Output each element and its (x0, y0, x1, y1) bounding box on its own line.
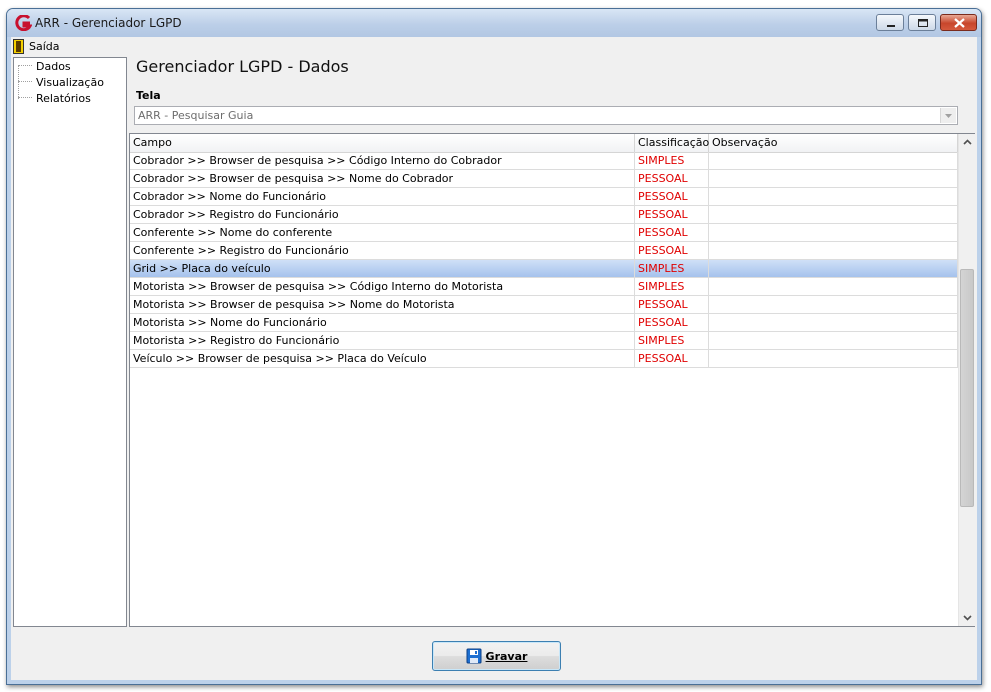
table-row[interactable]: Veículo >> Browser de pesquisa >> Placa … (130, 350, 958, 368)
cell-campo[interactable]: Cobrador >> Browser de pesquisa >> Códig… (130, 152, 635, 169)
cell-campo[interactable]: Veículo >> Browser de pesquisa >> Placa … (130, 350, 635, 367)
tree-item-visualizacao[interactable]: Visualização (18, 74, 104, 90)
cell-classificacao[interactable]: PESSOAL (635, 170, 709, 187)
cell-classificacao[interactable]: PESSOAL (635, 242, 709, 259)
cell-observacao[interactable] (709, 206, 958, 223)
scroll-up-button[interactable] (959, 134, 976, 151)
cell-observacao[interactable] (709, 152, 958, 169)
minimize-button[interactable] (876, 14, 904, 31)
cell-campo[interactable]: Conferente >> Nome do conferente (130, 224, 635, 241)
close-button[interactable] (940, 14, 977, 31)
cell-campo[interactable]: Grid >> Placa do veículo (130, 260, 635, 277)
page-title: Gerenciador LGPD - Dados (136, 57, 349, 76)
table-row[interactable]: Motorista >> Browser de pesquisa >> Códi… (130, 278, 958, 296)
chevron-down-icon (963, 615, 972, 621)
cell-campo[interactable]: Motorista >> Registro do Funcionário (130, 332, 635, 349)
scroll-down-button[interactable] (959, 609, 976, 626)
table-row[interactable]: Cobrador >> Registro do Funcionário PESS… (130, 206, 958, 224)
cell-classificacao[interactable]: SIMPLES (635, 278, 709, 295)
cell-observacao[interactable] (709, 242, 958, 259)
cell-classificacao[interactable]: PESSOAL (635, 206, 709, 223)
tree-branch (18, 65, 32, 67)
cell-observacao[interactable] (709, 224, 958, 241)
tela-label: Tela (136, 89, 161, 102)
grid-rows: Cobrador >> Browser de pesquisa >> Códig… (130, 152, 958, 368)
maximize-button[interactable] (908, 14, 936, 31)
cell-campo[interactable]: Motorista >> Browser de pesquisa >> Códi… (130, 278, 635, 295)
table-row[interactable]: Conferente >> Registro do Funcionário PE… (130, 242, 958, 260)
tree-item-relatorios[interactable]: Relatórios (18, 90, 91, 106)
cell-classificacao[interactable]: SIMPLES (635, 260, 709, 277)
cell-observacao[interactable] (709, 296, 958, 313)
tree-branch (18, 97, 32, 99)
save-button[interactable]: Gravar (432, 641, 561, 671)
tela-select[interactable]: ARR - Pesquisar Guia (134, 106, 958, 125)
maximize-icon (918, 19, 928, 27)
dropdown-button[interactable] (940, 108, 956, 123)
title-bar[interactable]: ARR - Gerenciador LGPD (7, 9, 981, 37)
cell-observacao[interactable] (709, 260, 958, 277)
table-row[interactable]: Cobrador >> Browser de pesquisa >> Nome … (130, 170, 958, 188)
cell-campo[interactable]: Conferente >> Registro do Funcionário (130, 242, 635, 259)
menu-item-saida[interactable]: Saída (13, 37, 60, 55)
cell-classificacao[interactable]: PESSOAL (635, 188, 709, 205)
close-icon (954, 18, 965, 28)
tree-item-label: Relatórios (36, 91, 91, 105)
table-row[interactable]: Motorista >> Nome do Funcionário PESSOAL (130, 314, 958, 332)
tree-item-dados[interactable]: Dados (18, 58, 71, 74)
minimize-icon (887, 25, 895, 27)
scroll-thumb[interactable] (960, 269, 974, 507)
cell-observacao[interactable] (709, 170, 958, 187)
grid-header: Campo Classificação Observação (130, 134, 958, 153)
table-row[interactable]: Cobrador >> Nome do Funcionário PESSOAL (130, 188, 958, 206)
data-grid: Campo Classificação Observação Cobrador … (129, 133, 976, 627)
cell-classificacao[interactable]: PESSOAL (635, 314, 709, 331)
cell-observacao[interactable] (709, 314, 958, 331)
cell-campo[interactable]: Motorista >> Browser de pesquisa >> Nome… (130, 296, 635, 313)
tree-item-label: Dados (36, 59, 71, 73)
tela-select-value: ARR - Pesquisar Guia (138, 109, 254, 122)
menu-item-label: Saída (29, 39, 60, 53)
cell-observacao[interactable] (709, 188, 958, 205)
column-header-observacao[interactable]: Observação (709, 134, 958, 152)
save-button-label: Gravar (485, 649, 528, 663)
column-header-classificacao[interactable]: Classificação (635, 134, 709, 152)
exit-door-icon (13, 38, 24, 54)
table-row[interactable]: Conferente >> Nome do conferente PESSOAL (130, 224, 958, 242)
chevron-up-icon (963, 139, 972, 145)
table-row[interactable]: Cobrador >> Browser de pesquisa >> Códig… (130, 152, 958, 170)
menu-bar: Saída (11, 37, 977, 55)
column-header-campo[interactable]: Campo (130, 134, 635, 152)
cell-observacao[interactable] (709, 332, 958, 349)
cell-observacao[interactable] (709, 350, 958, 367)
cell-classificacao[interactable]: PESSOAL (635, 224, 709, 241)
chevron-down-icon (945, 114, 952, 118)
cell-campo[interactable]: Cobrador >> Registro do Funcionário (130, 206, 635, 223)
vertical-scrollbar[interactable] (958, 134, 976, 626)
floppy-disk-icon (466, 648, 482, 664)
app-logo-icon (15, 15, 32, 31)
cell-classificacao[interactable]: PESSOAL (635, 296, 709, 313)
window-title: ARR - Gerenciador LGPD (35, 16, 182, 30)
table-row-selected[interactable]: Grid >> Placa do veículo SIMPLES (130, 260, 958, 278)
cell-campo[interactable]: Motorista >> Nome do Funcionário (130, 314, 635, 331)
app-window: ARR - Gerenciador LGPD Saída Dados Visua… (6, 8, 982, 685)
cell-classificacao[interactable]: SIMPLES (635, 152, 709, 169)
cell-classificacao[interactable]: SIMPLES (635, 332, 709, 349)
table-row[interactable]: Motorista >> Browser de pesquisa >> Nome… (130, 296, 958, 314)
cell-classificacao[interactable]: PESSOAL (635, 350, 709, 367)
client-area: Saída Dados Visualização Relatórios Gere… (11, 37, 977, 680)
tree-item-label: Visualização (36, 75, 104, 89)
cell-campo[interactable]: Cobrador >> Nome do Funcionário (130, 188, 635, 205)
table-row[interactable]: Motorista >> Registro do Funcionário SIM… (130, 332, 958, 350)
navigation-tree: Dados Visualização Relatórios (13, 57, 127, 627)
cell-observacao[interactable] (709, 278, 958, 295)
cell-campo[interactable]: Cobrador >> Browser de pesquisa >> Nome … (130, 170, 635, 187)
tree-branch (18, 81, 32, 83)
